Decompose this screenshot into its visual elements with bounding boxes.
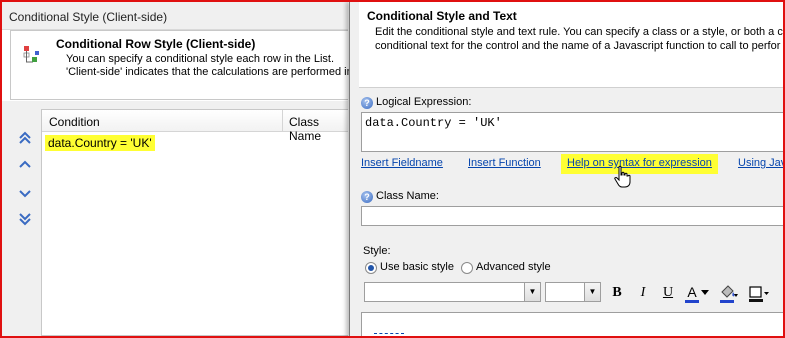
move-down-icon[interactable]: [18, 186, 32, 200]
advanced-style-radio[interactable]: [461, 262, 473, 274]
help-icon[interactable]: ?: [361, 97, 373, 109]
style-preview-area: [361, 312, 785, 338]
border-icon[interactable]: [748, 285, 770, 303]
insert-function-link[interactable]: Insert Function: [468, 157, 541, 169]
logical-expression-input[interactable]: data.Country = 'UK': [361, 112, 785, 152]
back-header-desc-line1: You can specify a conditional style each…: [66, 53, 335, 65]
logical-expression-value: data.Country = 'UK': [365, 116, 502, 130]
italic-button[interactable]: I: [635, 283, 651, 303]
front-dialog-header: Conditional Style and Text Edit the cond…: [359, 2, 785, 88]
style-label: Style:: [363, 245, 391, 257]
back-header-desc-line2: 'Client-side' indicates that the calcula…: [66, 66, 353, 78]
front-desc-line1: Edit the conditional style and text rule…: [375, 26, 785, 38]
background-color-icon[interactable]: [718, 284, 738, 304]
using-javascript-link[interactable]: Using Jav: [738, 157, 785, 169]
insert-fieldname-link[interactable]: Insert Fieldname: [361, 157, 443, 169]
advanced-style-label: Advanced style: [476, 261, 551, 273]
move-top-icon[interactable]: [18, 131, 32, 145]
column-divider[interactable]: [282, 110, 283, 132]
condition-grid: Condition Class Name data.Country = 'UK': [41, 109, 348, 336]
font-size-select[interactable]: ▼: [545, 282, 601, 302]
logical-expression-label: Logical Expression:: [376, 96, 472, 108]
help-syntax-link[interactable]: Help on syntax for expression: [561, 154, 718, 174]
back-dialog-title: Conditional Style (Client-side): [9, 10, 168, 24]
preview-text-fragment: [374, 333, 404, 334]
underline-button[interactable]: U: [660, 283, 676, 303]
font-color-dropdown-icon[interactable]: [701, 290, 709, 296]
class-name-input[interactable]: [361, 206, 785, 226]
chevron-down-icon[interactable]: ▼: [524, 283, 540, 301]
hand-cursor-icon: [614, 165, 631, 188]
back-dialog-titlebar: Conditional Style (Client-side): [2, 2, 348, 30]
bold-button[interactable]: B: [609, 283, 625, 303]
use-basic-style-label: Use basic style: [380, 261, 454, 273]
font-color-button[interactable]: A: [685, 283, 699, 303]
grid-header: Condition Class Name: [42, 110, 348, 143]
back-header-title: Conditional Row Style (Client-side): [56, 37, 256, 51]
move-bottom-icon[interactable]: [18, 212, 32, 226]
chevron-down-icon[interactable]: ▼: [584, 283, 600, 301]
use-basic-style-radio[interactable]: [365, 262, 377, 274]
column-header-condition[interactable]: Condition: [49, 115, 100, 129]
front-dialog-title: Conditional Style and Text: [367, 9, 517, 23]
front-desc-line2: conditional text for the control and the…: [375, 40, 781, 52]
class-name-label: Class Name:: [376, 190, 439, 202]
conditional-style-icon: [23, 46, 39, 63]
move-up-icon[interactable]: [18, 158, 32, 172]
class-name-help-icon[interactable]: ?: [361, 191, 373, 203]
table-row[interactable]: data.Country = 'UK': [43, 133, 348, 153]
condition-cell[interactable]: data.Country = 'UK': [45, 135, 155, 151]
font-family-select[interactable]: ▼: [364, 282, 541, 302]
back-dialog-header: Conditional Row Style (Client-side) You …: [10, 30, 353, 100]
